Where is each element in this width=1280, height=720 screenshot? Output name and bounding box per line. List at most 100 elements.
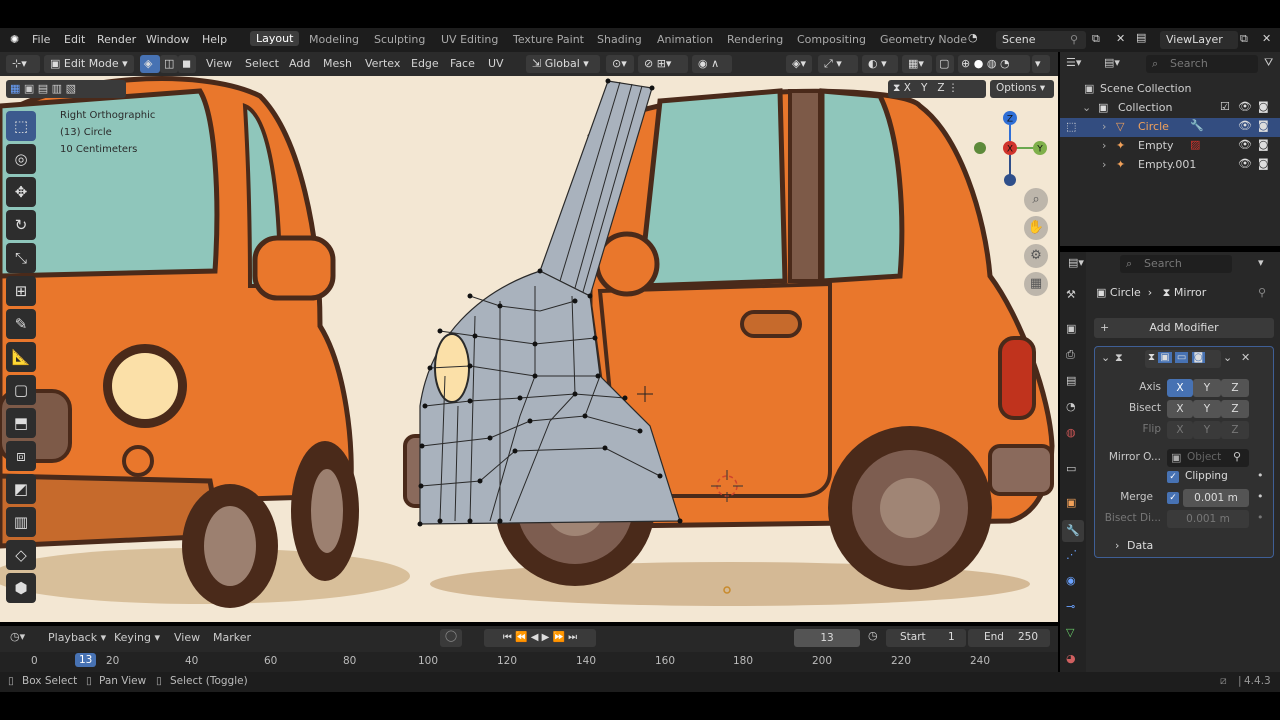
- cursor-tool-icon[interactable]: ◎: [6, 144, 36, 174]
- scene-tab-icon[interactable]: ◔: [1066, 400, 1076, 413]
- face-select-button[interactable]: ◼: [178, 55, 196, 73]
- playback-controls[interactable]: ⏮ ⏪ ◀ ▶ ⏩ ⏭: [484, 629, 596, 647]
- blender-logo-icon[interactable]: ✺: [10, 33, 19, 46]
- bevel-tool-icon[interactable]: ◩: [6, 474, 36, 504]
- props-options-icon[interactable]: ▾: [1258, 256, 1264, 269]
- next-keyframe-icon[interactable]: ⏩: [552, 632, 564, 643]
- chevron-down-icon[interactable]: ⌄: [1082, 101, 1091, 114]
- properties-search[interactable]: ⌕ Search: [1120, 255, 1232, 273]
- poly-build-tool-icon[interactable]: ⬢: [6, 573, 36, 603]
- eyedropper-icon[interactable]: ⚲: [1233, 450, 1241, 463]
- data-subpanel-label[interactable]: Data: [1127, 539, 1153, 552]
- menu-edit[interactable]: Edit: [64, 33, 85, 46]
- transform-orientation-selector[interactable]: ⇲ Global ▾: [526, 55, 600, 73]
- auto-keying-toggle[interactable]: ◯: [440, 629, 462, 647]
- select-box-tool-icon[interactable]: ⬚: [6, 111, 36, 141]
- keyframe-dot-icon[interactable]: •: [1257, 490, 1264, 503]
- annotate-tool-icon[interactable]: ✎: [6, 309, 36, 339]
- workspace-tab-texture-paint[interactable]: Texture Paint: [513, 33, 584, 46]
- camera-icon[interactable]: ◙: [1258, 138, 1269, 151]
- menu-mesh[interactable]: Mesh: [323, 57, 352, 70]
- menu-add[interactable]: Add: [289, 57, 310, 70]
- navigation-gizmo[interactable]: Z Y X: [968, 110, 1052, 194]
- menu-select[interactable]: Select: [245, 57, 279, 70]
- menu-file[interactable]: File: [32, 33, 50, 46]
- pivot-point-button[interactable]: ⊙▾: [606, 55, 634, 73]
- menu-timeline-view[interactable]: View: [174, 631, 200, 644]
- menu-view[interactable]: View: [206, 57, 232, 70]
- pin-icon[interactable]: ⚲: [1258, 286, 1266, 299]
- inset-tool-icon[interactable]: ⧈: [6, 441, 36, 471]
- play-icon[interactable]: ▶: [542, 632, 550, 643]
- workspace-tab-shading[interactable]: Shading: [597, 33, 642, 46]
- flip-x-toggle[interactable]: X: [1167, 421, 1193, 439]
- modifier-menu-icon[interactable]: ⌄: [1223, 351, 1232, 364]
- edge-select-button[interactable]: ◫: [160, 55, 178, 73]
- select-mode-buttons[interactable]: ▦ ▣ ▤ ▥ ▧: [6, 80, 126, 98]
- particles-tab-icon[interactable]: ⋰: [1066, 548, 1077, 561]
- measure-tool-icon[interactable]: 📐: [6, 342, 36, 372]
- move-tool-icon[interactable]: ✥: [6, 177, 36, 207]
- outliner-search[interactable]: ⌕ Search: [1146, 55, 1258, 73]
- chevron-right-icon[interactable]: ›: [1102, 158, 1106, 171]
- bisect-z-toggle[interactable]: Z: [1221, 400, 1249, 418]
- bisect-y-toggle[interactable]: Y: [1193, 400, 1221, 418]
- view-layer-selector[interactable]: ViewLayer: [1160, 31, 1238, 49]
- 3d-viewport[interactable]: ▦ ▣ ▤ ▥ ▧ Right Orthographic (13) Circle…: [0, 76, 1058, 622]
- mesh-overlay-button[interactable]: ▦▾: [902, 55, 932, 73]
- menu-playback[interactable]: Playback ▾: [48, 631, 106, 644]
- output-tab-icon[interactable]: ⎙: [1066, 348, 1075, 362]
- material-shading-icon[interactable]: ◍: [987, 57, 997, 70]
- menu-edge[interactable]: Edge: [411, 57, 439, 70]
- mirror-z-toggle[interactable]: Z: [937, 82, 944, 94]
- rendered-shading-icon[interactable]: ◔: [1000, 57, 1010, 70]
- mode-selector[interactable]: ▣ Edit Mode ▾: [44, 55, 134, 73]
- menu-marker[interactable]: Marker: [213, 631, 251, 644]
- workspace-tab-compositing[interactable]: Compositing: [797, 33, 866, 46]
- editor-type-button[interactable]: ⊹▾: [6, 55, 40, 73]
- playhead[interactable]: 13: [75, 653, 97, 667]
- stopwatch-icon[interactable]: ◷: [868, 629, 878, 642]
- workspace-tab-geometry-nodes[interactable]: Geometry Node: [880, 33, 967, 46]
- outliner-row-empty-001[interactable]: › ✦ Empty.001 👁 ◙: [1060, 156, 1280, 175]
- scene-selector[interactable]: Scene ⚲: [996, 31, 1086, 49]
- chevron-right-icon[interactable]: ›: [1115, 539, 1119, 552]
- visibility-button[interactable]: ◈▾: [786, 55, 812, 73]
- transform-tool-icon[interactable]: ⊞: [6, 276, 36, 306]
- vertex-select-button[interactable]: ◈: [140, 55, 160, 73]
- camera-icon[interactable]: ◙: [1258, 100, 1269, 113]
- eye-icon[interactable]: 👁: [1238, 119, 1252, 132]
- props-editor-type-icon[interactable]: ▤▾: [1068, 256, 1084, 269]
- delete-view-layer-icon[interactable]: ✕: [1262, 32, 1271, 45]
- new-selection-icon[interactable]: ▦: [10, 82, 20, 95]
- extrude-tool-icon[interactable]: ⬒: [6, 408, 36, 438]
- bisect-distance-field[interactable]: 0.001 m: [1167, 510, 1249, 528]
- proportional-edit-button[interactable]: ◉ ∧: [692, 55, 732, 73]
- close-icon[interactable]: ✕: [1241, 351, 1250, 364]
- menu-uv[interactable]: UV: [488, 57, 504, 70]
- render-display-icon[interactable]: ◙: [1191, 352, 1206, 363]
- outliner-row-collection[interactable]: ⌄ ▣ Collection ☑ 👁 ◙: [1060, 99, 1280, 118]
- world-tab-icon[interactable]: ◍: [1066, 426, 1076, 439]
- data-tab-icon[interactable]: ▽: [1066, 626, 1074, 639]
- outliner-row-scene-collection[interactable]: ▣ Scene Collection: [1060, 80, 1280, 99]
- view-layer-tab-icon[interactable]: ▤: [1066, 374, 1076, 387]
- pin-icon[interactable]: ⚲: [1070, 33, 1078, 46]
- rotate-tool-icon[interactable]: ↻: [6, 210, 36, 240]
- physics-tab-icon[interactable]: ◉: [1066, 574, 1076, 587]
- outliner-row-circle[interactable]: ⬚ › ▽ Circle 🔧 👁 ◙: [1060, 118, 1280, 137]
- gizmo-toggle-button[interactable]: ⤢ ▾: [818, 55, 858, 73]
- outliner-editor-type-icon[interactable]: ☰▾: [1066, 56, 1081, 69]
- snap-button[interactable]: ⊘ ⊞▾: [638, 55, 688, 73]
- mesh-mirror-toggles[interactable]: ⧗ X Y Z ⋮: [888, 80, 986, 98]
- collection-tab-icon[interactable]: ▭: [1066, 462, 1076, 475]
- clipping-checkbox[interactable]: ✓: [1167, 471, 1179, 483]
- play-reverse-icon[interactable]: ◀: [531, 632, 539, 643]
- pan-hand-icon[interactable]: ✋: [1024, 216, 1048, 240]
- timeline-editor-type-icon[interactable]: ◷▾: [10, 630, 25, 643]
- camera-icon[interactable]: ◙: [1258, 119, 1269, 132]
- camera-view-icon[interactable]: ⚙: [1024, 244, 1048, 268]
- modifier-tab-icon[interactable]: 🔧: [1062, 520, 1084, 542]
- more-icon[interactable]: ⋮: [948, 82, 959, 94]
- overlay-toggle-button[interactable]: ◐ ▾: [862, 55, 898, 73]
